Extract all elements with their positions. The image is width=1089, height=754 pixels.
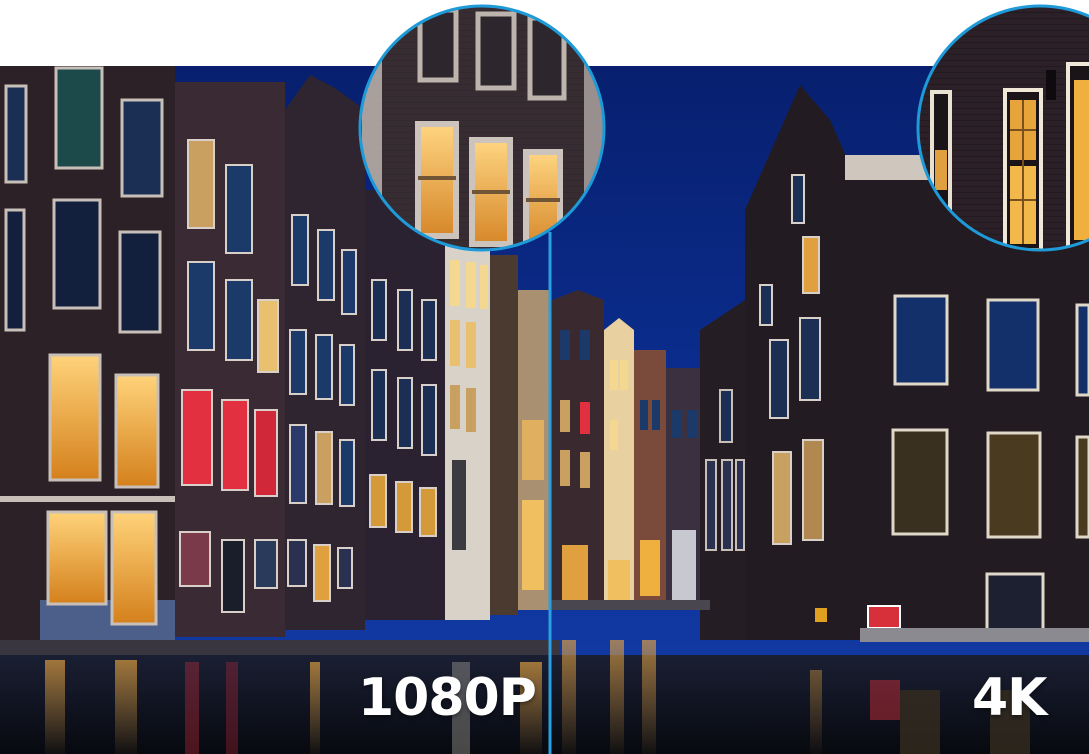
canal-night-scene (0, 4, 1089, 754)
comparison-image: 1080P 4K (0, 0, 1089, 754)
resolution-label-1080p: 1080P (358, 668, 537, 728)
resolution-label-4k: 4K (972, 668, 1047, 728)
